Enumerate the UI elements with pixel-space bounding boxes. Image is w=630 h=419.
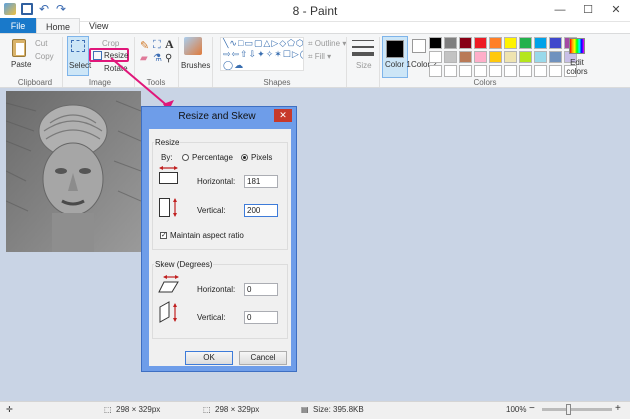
maintain-aspect-label[interactable]: Maintain aspect ratio bbox=[170, 231, 244, 240]
dialog-body: Resize By: Percentage Pixels Horizontal:… bbox=[149, 129, 291, 366]
resize-section-label: Resize bbox=[154, 138, 181, 147]
selection-size-icon: ⬚ bbox=[104, 405, 112, 414]
vertical-skew-icon bbox=[159, 301, 177, 323]
resize-skew-dialog: Resize and Skew ✕ Resize By: Percentage … bbox=[141, 106, 297, 372]
skew-vertical-label: Vertical: bbox=[197, 313, 226, 322]
percentage-label[interactable]: Percentage bbox=[192, 153, 233, 162]
zoom-out-button[interactable]: − bbox=[529, 403, 535, 414]
zoom-slider[interactable] bbox=[542, 408, 612, 411]
callout-line bbox=[110, 57, 171, 109]
zoom-slider-thumb[interactable] bbox=[566, 404, 571, 415]
skew-horizontal-label: Horizontal: bbox=[197, 285, 236, 294]
skew-section-label: Skew (Degrees) bbox=[154, 260, 214, 269]
by-label: By: bbox=[161, 153, 173, 162]
horizontal-label: Horizontal: bbox=[197, 177, 236, 186]
skew-vertical-input[interactable] bbox=[244, 311, 278, 324]
skew-horizontal-input[interactable] bbox=[244, 283, 278, 296]
image-size: 298 × 329px bbox=[215, 405, 260, 414]
canvas-position-icon: ✛ bbox=[6, 405, 13, 414]
horizontal-input[interactable] bbox=[244, 175, 278, 188]
status-bar: ✛ ⬚ 298 × 329px ⬚ 298 × 329px ▤ Size: 39… bbox=[0, 401, 630, 419]
image-size-icon: ⬚ bbox=[203, 405, 211, 414]
horizontal-resize-icon bbox=[159, 166, 178, 184]
percentage-radio[interactable] bbox=[182, 154, 189, 161]
zoom-in-button[interactable]: + bbox=[615, 403, 621, 414]
maintain-aspect-checkbox[interactable]: ✓ bbox=[160, 232, 167, 239]
callout-arrow bbox=[110, 57, 174, 112]
file-size-icon: ▤ bbox=[301, 405, 309, 414]
zoom-level: 100% bbox=[506, 405, 527, 414]
pixels-radio[interactable] bbox=[241, 154, 248, 161]
ok-button[interactable]: OK bbox=[185, 351, 233, 365]
vertical-label: Vertical: bbox=[197, 206, 226, 215]
file-size: Size: 395.8KB bbox=[313, 405, 364, 414]
dialog-close-button[interactable]: ✕ bbox=[274, 109, 292, 122]
dialog-title: Resize and Skew bbox=[178, 111, 256, 122]
horizontal-skew-icon bbox=[158, 275, 179, 293]
cancel-button[interactable]: Cancel bbox=[239, 351, 287, 365]
vertical-input[interactable] bbox=[244, 204, 278, 217]
vertical-resize-icon bbox=[159, 198, 177, 217]
pixels-label[interactable]: Pixels bbox=[251, 153, 272, 162]
selection-size: 298 × 329px bbox=[116, 405, 161, 414]
